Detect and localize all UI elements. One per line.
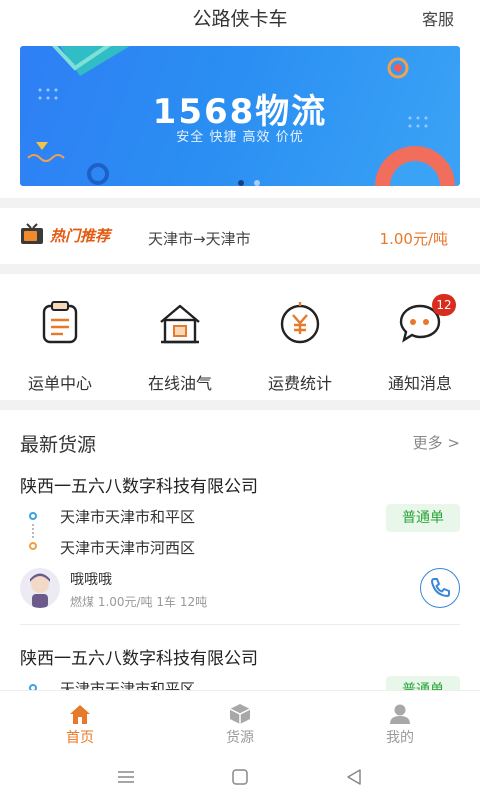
- hot-price: 1.00元/吨: [379, 230, 448, 248]
- cargo-company: 陕西一五六八数字科技有限公司: [20, 649, 258, 669]
- route-connector: [32, 524, 34, 538]
- feature-freight-stats[interactable]: 运费统计: [240, 294, 360, 394]
- hot-recommend-label: 热门推荐: [50, 227, 111, 245]
- feature-label: 运单中心: [27, 374, 92, 393]
- person-avatar-icon: [30, 573, 50, 608]
- hot-route: 天津市→天津市: [148, 230, 251, 248]
- divider: [0, 400, 480, 410]
- customer-service-link[interactable]: 客服: [422, 6, 454, 30]
- cargo-meta: 燃煤 1.00元/吨 1车 12吨: [70, 595, 208, 609]
- user-icon: [390, 704, 410, 724]
- divider: [0, 264, 480, 274]
- call-button[interactable]: [420, 568, 460, 608]
- feature-grid: 运单中心 在线油气 运费统计 12 通知消息: [0, 282, 480, 394]
- system-nav-bar: [0, 754, 480, 800]
- cargo-destination: 天津市天津市河西区: [60, 539, 196, 557]
- promo-banner[interactable]: 1568物流 安全 快捷 高效 价优: [20, 46, 460, 186]
- feature-online-fuel[interactable]: 在线油气: [120, 294, 240, 394]
- more-link[interactable]: 更多 >: [413, 432, 460, 453]
- latest-cargo-header: 最新货源 更多 >: [0, 418, 480, 462]
- feature-waybill-center[interactable]: 运单中心: [0, 294, 120, 394]
- feature-label: 在线油气: [147, 374, 212, 393]
- cargo-origin: 天津市天津市和平区: [60, 680, 196, 690]
- feature-label: 运费统计: [267, 374, 332, 393]
- shipper-name: 哦哦哦: [70, 572, 112, 588]
- origin-dot-icon: [29, 512, 37, 520]
- tab-cargo[interactable]: 货源: [160, 699, 320, 751]
- yuan-coin-icon: [280, 302, 320, 344]
- back-triangle-icon[interactable]: [344, 768, 364, 786]
- box-icon: [229, 704, 251, 724]
- notification-badge: 12: [432, 294, 456, 316]
- page-title: 公路侠卡车: [192, 8, 288, 30]
- feature-notifications[interactable]: 12 通知消息: [360, 294, 480, 394]
- tv-icon: [21, 223, 43, 244]
- hot-recommend-bar[interactable]: 热门推荐 天津市→天津市 1.00元/吨: [0, 208, 480, 264]
- clipboard-icon: [42, 301, 78, 344]
- tab-label: 货源: [226, 730, 254, 746]
- section-title: 最新货源: [20, 434, 97, 456]
- bottom-tab-bar: 首页 货源 我的: [0, 690, 480, 754]
- order-type-tag: 普通单: [386, 504, 460, 532]
- tab-mine[interactable]: 我的: [320, 699, 480, 751]
- tab-home[interactable]: 首页: [0, 699, 160, 751]
- tab-label: 首页: [66, 730, 94, 746]
- app-header: 公路侠卡车 客服: [0, 0, 480, 36]
- cargo-origin: 天津市天津市和平区: [60, 508, 196, 526]
- divider: [0, 198, 480, 208]
- menu-icon[interactable]: [116, 768, 136, 786]
- banner-subtitle: 安全 快捷 高效 价优: [176, 130, 304, 145]
- cargo-company: 陕西一五六八数字科技有限公司: [20, 477, 258, 497]
- banner-dot[interactable]: [254, 180, 260, 186]
- destination-dot-icon: [29, 542, 37, 550]
- home-square-icon[interactable]: [230, 768, 250, 786]
- cargo-card[interactable]: 陕西一五六八数字科技有限公司 天津市天津市和平区 普通单: [0, 632, 480, 690]
- feature-label: 通知消息: [387, 374, 452, 393]
- card-divider: [20, 624, 460, 625]
- banner-dot-active[interactable]: [238, 180, 244, 186]
- avatar: [20, 568, 60, 608]
- cargo-card[interactable]: 陕西一五六八数字科技有限公司 天津市天津市和平区 天津市天津市河西区 普通单 哦…: [0, 462, 480, 632]
- phone-icon: [431, 578, 450, 597]
- home-icon: [70, 705, 90, 724]
- banner-pager[interactable]: [238, 171, 270, 186]
- order-type-tag: 普通单: [386, 676, 460, 690]
- tab-label: 我的: [386, 730, 414, 746]
- gas-station-icon: [160, 304, 200, 344]
